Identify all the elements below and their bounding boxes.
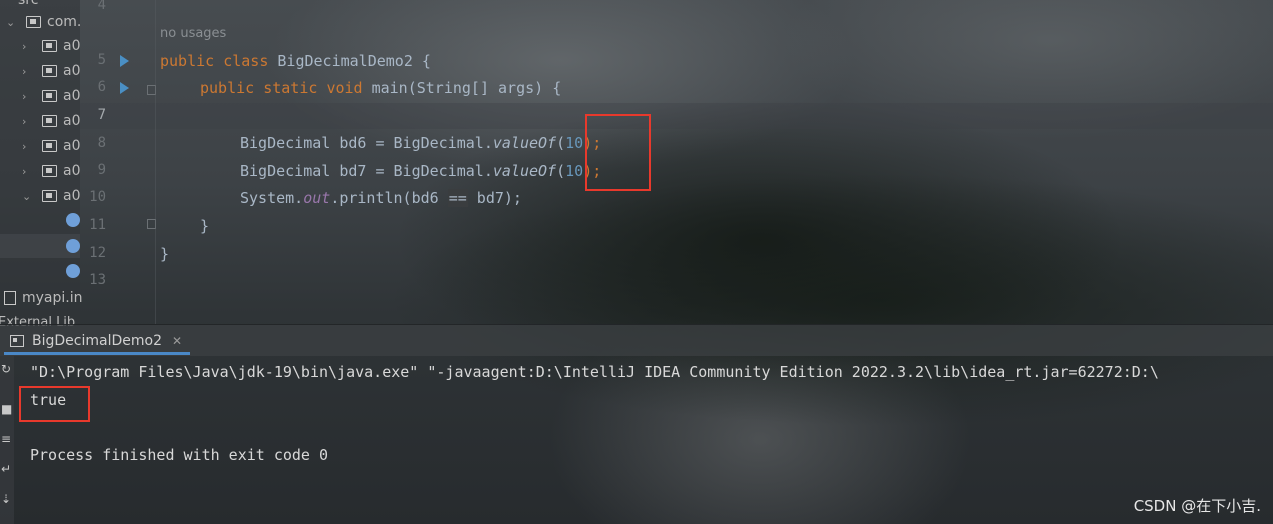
line-number: 9 [97,162,106,178]
static-field: out [303,189,331,207]
keyword: static [263,79,318,97]
chevron-right-icon[interactable]: › [22,115,34,128]
highlight-box-output [19,386,90,422]
console-command-line: "D:\Program Files\Java\jdk-19\bin\java.e… [30,363,1159,381]
line-number: 11 [89,217,106,233]
code-line-8[interactable]: BigDecimal bd6 = BigDecimal.valueOf(10); [240,134,601,152]
line-number: 8 [97,135,106,151]
keyword: void [326,79,363,97]
project-tree: src ⌄ com. › a0 › a0 › a0 › a0 › a0 › a0… [0,0,83,330]
tree-item-folder[interactable]: › a0 [22,134,81,158]
class-icon[interactable] [66,264,80,278]
code-text: ( [556,134,566,152]
code-text: ( [556,162,566,180]
tree-item-label: a0 [63,138,81,154]
tree-item-label: a0 [63,113,81,129]
package-icon [42,115,57,127]
code-line-9[interactable]: BigDecimal bd7 = BigDecimal.valueOf(10); [240,162,601,180]
code-line-10[interactable]: System.out.println(bd6 == bd7); [240,189,522,207]
tree-item-folder[interactable]: › a0 [22,159,81,183]
package-icon [26,16,41,28]
current-line-highlight [80,103,1273,129]
package-icon [42,90,57,102]
tree-item-folder[interactable]: › a0 [22,109,81,133]
code-text: BigDecimal bd6 = BigDecimal. [240,134,493,152]
code-line-5[interactable]: public class BigDecimalDemo2 { [160,52,431,70]
editor-gutter: 4 5 6 7 8 9 10 11 12 13 [80,0,156,324]
rerun-icon[interactable]: ↻ [1,362,13,376]
line-number: 6 [97,79,106,95]
close-icon[interactable]: ✕ [172,334,182,348]
number-literal: 10 [565,134,584,152]
run-main-icon[interactable] [120,82,129,94]
tree-item-label: a0 [63,88,81,104]
class-icon[interactable] [66,239,80,253]
tree-item-label: a0 [63,63,81,79]
line-number: 10 [89,189,106,205]
package-icon [42,65,57,77]
chevron-right-icon[interactable]: › [22,140,34,153]
watermark: CSDN @在下小吉. [1133,497,1261,515]
run-tab[interactable]: BigDecimalDemo2 ✕ [4,329,191,355]
package-icon [42,140,57,152]
line-number: 13 [89,272,106,288]
scroll-icon[interactable]: ≡ [1,432,13,446]
run-class-icon[interactable] [120,55,129,67]
tree-item-label: a0 [63,38,81,54]
code-text: main(String[] args) { [362,79,562,97]
code-line-6[interactable]: public static void main(String[] args) { [200,79,561,97]
highlight-box-arguments [585,114,651,191]
keyword: public [200,79,255,97]
method-name: valueOf [492,134,557,152]
console-toolbar: ↻ ■ ≡ ↵ ⇣ [0,356,14,524]
package-icon [42,165,57,177]
line-number: 5 [97,52,106,68]
code-text: BigDecimalDemo2 { [268,52,431,70]
tree-item-package[interactable]: ⌄ com. [6,10,81,34]
line-number: 7 [97,107,106,123]
run-tab-label: BigDecimalDemo2 [32,332,162,349]
code-line-12[interactable]: } [160,245,169,263]
code-text: System. [240,189,304,207]
code-text: bd7); [467,189,522,207]
tree-item-label: a0 [63,163,81,179]
tree-item-label: myapi.in [22,290,83,306]
method-name: valueOf [492,162,557,180]
tree-item-label: a0 [63,188,81,204]
number-literal: 10 [565,162,584,180]
code-text: BigDecimal bd7 = BigDecimal. [240,162,493,180]
tree-item-folder[interactable]: › a0 [22,34,81,58]
console-exit-message: Process finished with exit code 0 [30,446,329,464]
tree-item-module-file[interactable]: myapi.in [0,286,83,310]
tree-item-folder[interactable]: ⌄ a0 [22,184,81,208]
module-file-icon [4,291,16,305]
class-icon[interactable] [66,213,80,227]
run-tool-window-header: BigDecimalDemo2 ✕ [0,324,1273,356]
tree-item-label: src [18,0,39,8]
stop-icon[interactable]: ■ [1,402,13,416]
line-number: 12 [89,245,106,261]
keyword: public [160,52,215,70]
run-config-icon [10,334,24,347]
usage-hint[interactable]: no usages [160,26,226,41]
chevron-right-icon[interactable]: › [22,165,34,178]
soft-wrap-icon[interactable]: ↵ [1,462,13,476]
pin-icon[interactable]: ⇣ [1,492,13,506]
chevron-down-icon[interactable]: ⌄ [22,190,34,203]
keyword: class [223,52,269,70]
tree-item-folder[interactable]: › a0 [22,59,81,83]
chevron-down-icon[interactable]: ⌄ [6,16,18,29]
line-number: 4 [97,0,106,13]
code-text: .println(bd6 [330,189,448,207]
chevron-right-icon[interactable]: › [22,90,34,103]
gutter-divider [155,0,156,324]
package-icon [42,40,57,52]
chevron-right-icon[interactable]: › [22,40,34,53]
chevron-right-icon[interactable]: › [22,65,34,78]
tree-item-label: com. [47,14,82,30]
package-icon [42,190,57,202]
code-line-11[interactable]: } [200,217,209,235]
operator-highlight: == [447,189,468,207]
tree-item-folder[interactable]: › a0 [22,84,81,108]
